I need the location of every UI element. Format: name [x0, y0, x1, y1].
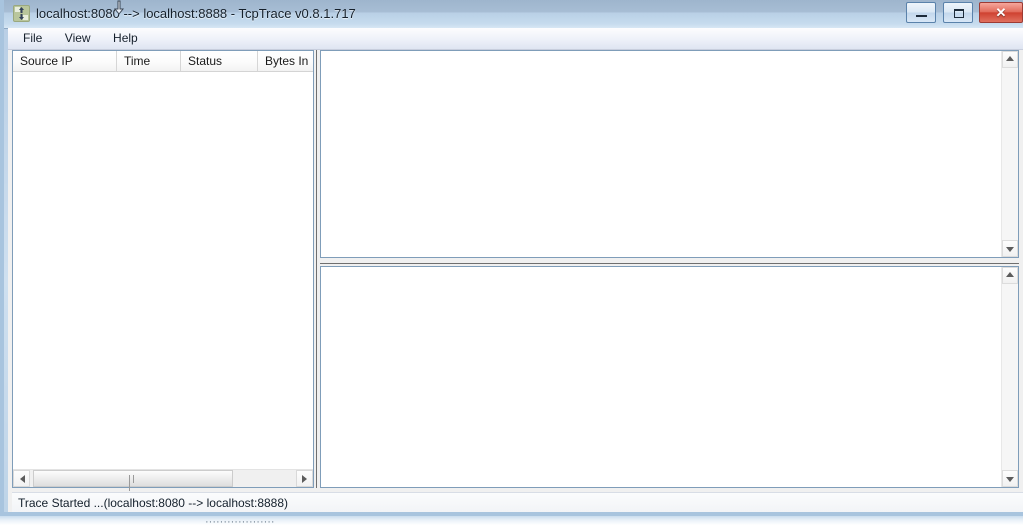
maximize-button[interactable] [942, 2, 973, 23]
response-pane-text[interactable] [321, 267, 1000, 487]
response-pane-vscrollbar[interactable] [1001, 267, 1018, 487]
menu-item-file[interactable]: File [14, 28, 51, 48]
background-window-sliver: ··················· [0, 516, 1023, 525]
column-header-status[interactable]: Status [181, 51, 258, 71]
window-title: localhost:8080 --> localhost:8888 - TcpT… [36, 6, 356, 21]
hscrollbar-thumb[interactable] [33, 470, 233, 491]
triangle-left-icon[interactable] [13, 470, 30, 487]
request-pane-text[interactable] [321, 51, 1000, 257]
background-window-text: ··················· [205, 516, 275, 525]
connection-list-hscrollbar[interactable] [13, 469, 313, 491]
menu-item-help[interactable]: Help [104, 28, 147, 48]
window-controls: ✕ [904, 2, 1023, 24]
client-area: File View Help Source IP Time Status Bytes … [8, 28, 1023, 512]
connection-list-header: Source IP Time Status Bytes In [13, 51, 313, 72]
horizontal-splitter[interactable] [320, 258, 1019, 266]
network-transfer-icon [13, 5, 30, 22]
request-pane[interactable] [320, 50, 1019, 258]
status-bar: Trace Started ...(localhost:8080 --> loc… [12, 492, 1023, 512]
triangle-right-icon[interactable] [296, 470, 313, 487]
response-pane[interactable] [320, 266, 1019, 488]
connection-list-body[interactable] [13, 72, 313, 469]
close-button[interactable]: ✕ [979, 2, 1023, 23]
triangle-down-icon[interactable] [1002, 240, 1018, 257]
close-icon: ✕ [995, 5, 1007, 20]
column-header-source-ip[interactable]: Source IP [13, 51, 117, 71]
column-header-bytes-in[interactable]: Bytes In [258, 51, 313, 71]
minimize-icon [916, 15, 928, 17]
grip-dots-icon [129, 475, 138, 491]
connection-list-pane[interactable]: Source IP Time Status Bytes In [12, 50, 314, 491]
title-bar[interactable]: localhost:8080 --> localhost:8888 - TcpT… [4, 0, 1023, 29]
application-window: localhost:8080 --> localhost:8888 - TcpT… [0, 0, 1023, 516]
status-message: Trace Started ...(localhost:8080 --> loc… [18, 496, 289, 510]
menu-bar: File View Help [8, 28, 1023, 50]
triangle-up-icon[interactable] [1002, 51, 1018, 68]
request-pane-vscrollbar[interactable] [1001, 51, 1018, 257]
menu-item-view[interactable]: View [56, 28, 100, 48]
minimize-button[interactable] [906, 2, 937, 23]
maximize-icon [953, 9, 964, 18]
triangle-down-icon[interactable] [1002, 470, 1018, 487]
column-header-time[interactable]: Time [117, 51, 181, 71]
panes-container: Source IP Time Status Bytes In [8, 50, 1023, 491]
triangle-up-icon[interactable] [1002, 267, 1018, 284]
